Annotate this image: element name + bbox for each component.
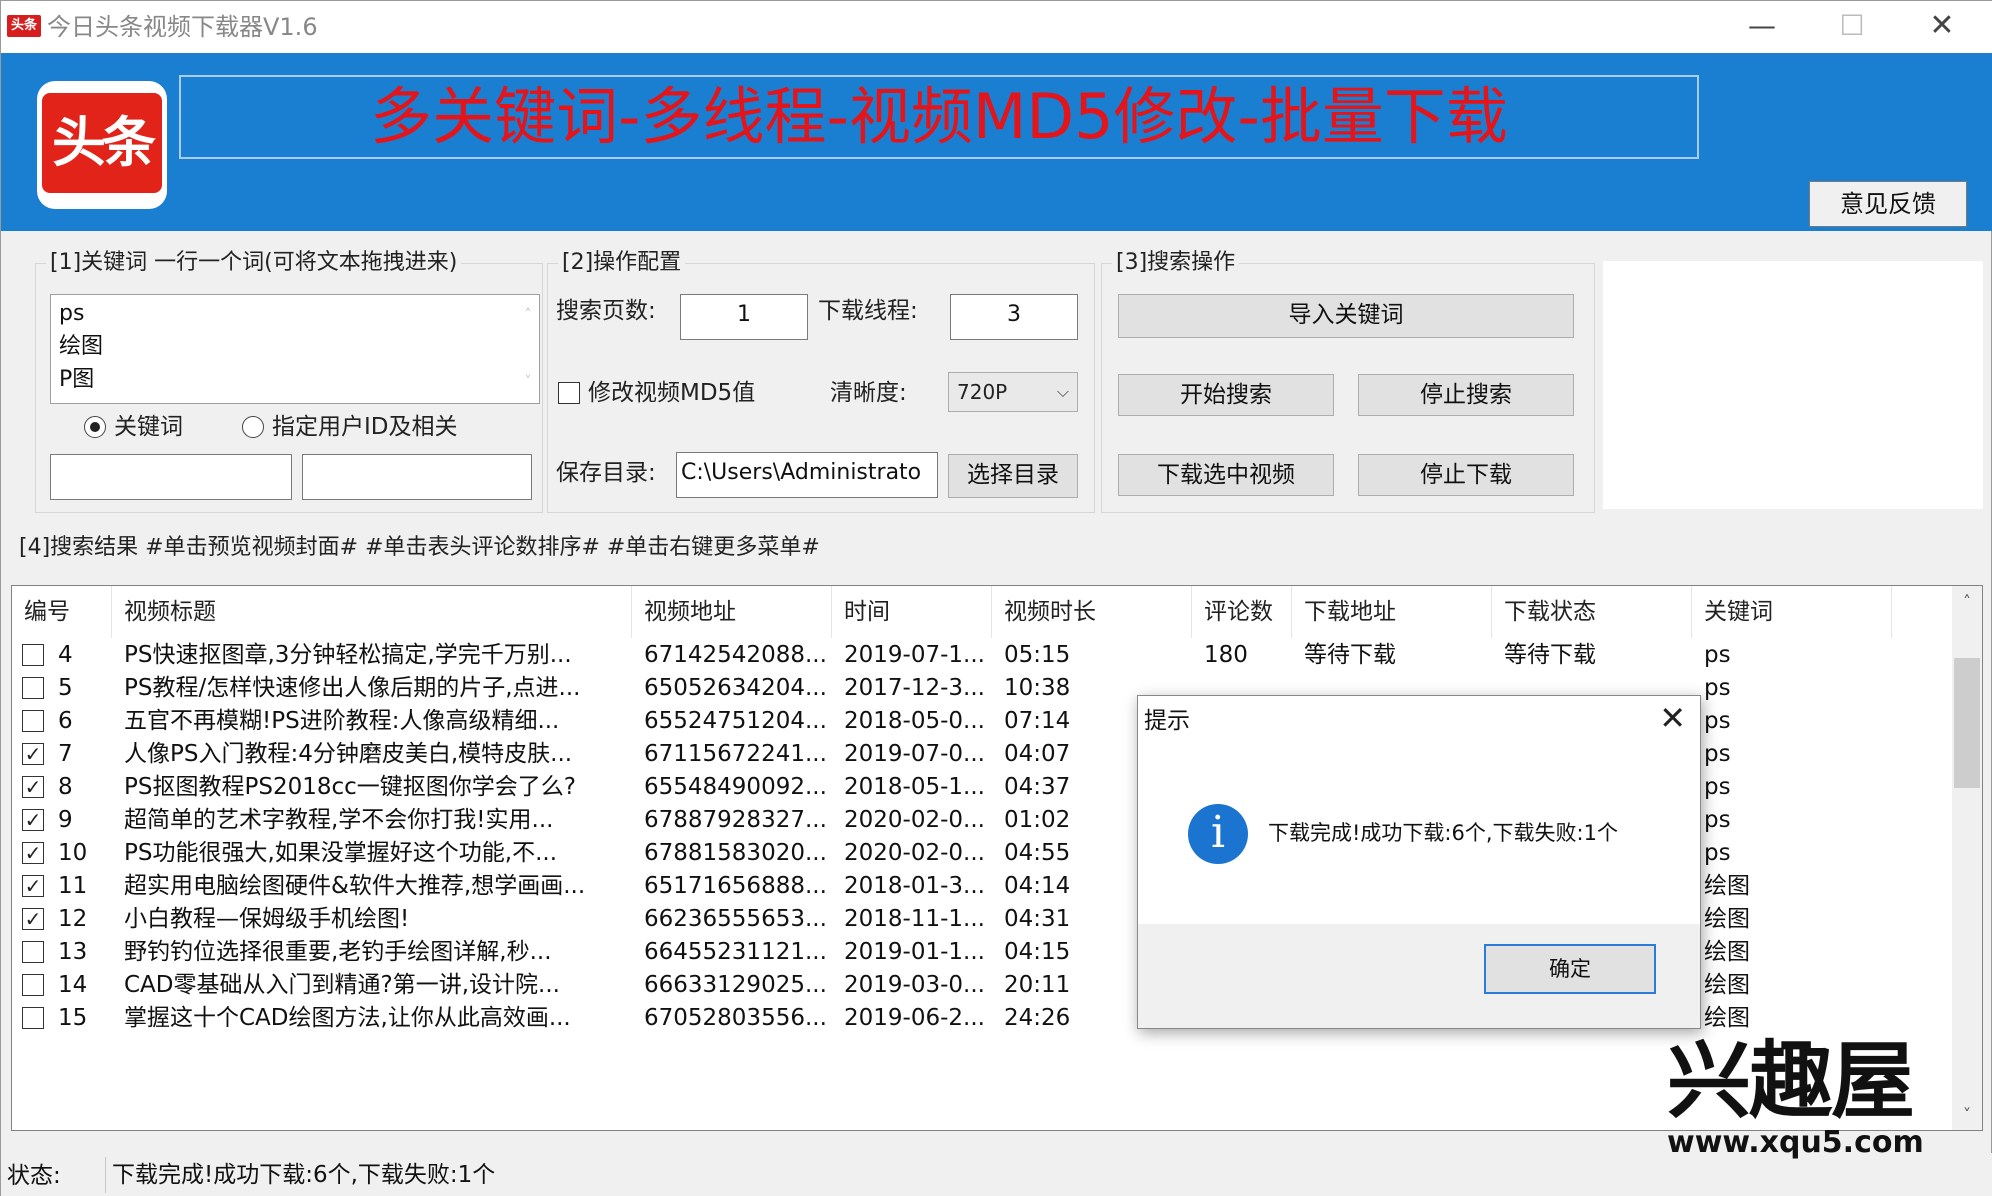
logo-text: 头条	[42, 93, 162, 193]
info-icon: i	[1188, 804, 1248, 864]
radio-user-id[interactable]	[242, 416, 264, 438]
watermark-url: www.xqu5.com	[1667, 1125, 1924, 1160]
keyword-line: 绘图	[59, 334, 104, 359]
minimize-button[interactable]: —	[1717, 1, 1807, 53]
toutiao-logo: 头条	[37, 81, 167, 209]
scroll-up-icon[interactable]: ˄	[1952, 592, 1982, 611]
quality-value: 720P	[957, 380, 1008, 404]
radio-keyword[interactable]	[84, 416, 106, 438]
save-dir-label: 保存目录:	[556, 460, 656, 486]
keyword-line: ps	[59, 301, 85, 326]
maximize-button[interactable]: ☐	[1807, 1, 1897, 53]
close-window-button[interactable]: ✕	[1897, 1, 1987, 53]
scroll-up-icon[interactable]: ˄	[517, 299, 539, 332]
search-ops-group: [3]搜索操作 导入关键词 开始搜索 停止搜索 下载选中视频 停止下载	[1101, 248, 1595, 513]
slogan-text: 多关键词-多线程-视频MD5修改-批量下载	[370, 80, 1508, 153]
pages-label: 搜索页数:	[556, 298, 656, 324]
col-header-url[interactable]: 视频地址	[632, 586, 832, 638]
col-header-duration[interactable]: 视频时长	[992, 586, 1192, 638]
dialog-footer: 确定	[1138, 924, 1700, 1028]
col-header-time[interactable]: 时间	[832, 586, 992, 638]
message-dialog: 提示 ✕ i 下载完成!成功下载:6个,下载失败:1个 确定	[1137, 695, 1701, 1029]
col-header-comments[interactable]: 评论数	[1192, 586, 1292, 638]
save-dir-input[interactable]: C:\Users\Administrato	[676, 452, 938, 498]
keywords-group-title: [1]关键词 一行一个词(可将文本拖拽进来)	[46, 248, 462, 278]
window-title: 今日头条视频下载器V1.6	[47, 13, 318, 41]
results-caption: [4]搜索结果 #单击预览视频封面# #单击表头评论数排序# #单击右键更多菜单…	[19, 535, 820, 560]
download-selected-button[interactable]: 下载选中视频	[1118, 454, 1334, 496]
cell-title: 掌握这十个CAD绘图方法,让你从此高效画...	[124, 1005, 571, 1031]
slogan-box: 多关键词-多线程-视频MD5修改-批量下载	[179, 75, 1699, 159]
app-icon: 头条	[7, 15, 41, 37]
threads-label: 下载线程:	[818, 298, 918, 324]
scroll-thumb[interactable]	[1954, 658, 1980, 788]
dialog-message: 下载完成!成功下载:6个,下载失败:1个	[1268, 821, 1618, 845]
keywords-scrollbar[interactable]: ˄ ˅	[517, 295, 539, 403]
watermark: 兴趣屋 www.xqu5.com	[1667, 1031, 1947, 1171]
threads-input[interactable]: 3	[950, 294, 1078, 340]
table-scrollbar[interactable]: ˄ ˅	[1952, 586, 1982, 1130]
banner: 头条 多关键词-多线程-视频MD5修改-批量下载 意见反馈	[1, 53, 1992, 231]
col-header-title[interactable]: 视频标题	[112, 586, 632, 638]
keywords-group: [1]关键词 一行一个词(可将文本拖拽进来) ps 绘图 P图 ˄ ˅ 关键词 …	[35, 248, 543, 513]
cell-url: 67052803556...	[644, 1005, 827, 1031]
choose-dir-button[interactable]: 选择目录	[948, 454, 1078, 498]
config-group: [2]操作配置 搜索页数: 1 下载线程: 3 修改视频MD5值 清晰度: 72…	[547, 248, 1095, 513]
import-keywords-button[interactable]: 导入关键词	[1118, 294, 1574, 338]
keyword-line: P图	[59, 367, 95, 392]
cover-preview-panel	[1603, 261, 1983, 509]
cell-id: 15	[58, 1005, 88, 1031]
table-header: 编号 视频标题 视频地址 时间 视频时长 评论数 下载地址 下载状态 关键词	[12, 586, 1952, 638]
keyword-extra-input-2[interactable]	[302, 454, 532, 500]
col-header-status[interactable]: 下载状态	[1492, 586, 1692, 638]
title-bar: 头条 今日头条视频下载器V1.6 — ☐ ✕	[1, 1, 1992, 53]
quality-label: 清晰度:	[830, 380, 907, 406]
keywords-textarea[interactable]: ps 绘图 P图 ˄ ˅	[50, 294, 540, 404]
watermark-text: 兴趣屋	[1667, 1032, 1915, 1130]
cell-time: 2019-06-2...	[844, 1005, 985, 1031]
start-search-button[interactable]: 开始搜索	[1118, 374, 1334, 416]
keyword-extra-input-1[interactable]	[50, 454, 292, 500]
dialog-ok-button[interactable]: 确定	[1484, 944, 1656, 994]
col-header-id[interactable]: 编号	[12, 586, 112, 638]
status-label: 状态:	[7, 1163, 61, 1189]
scroll-down-icon[interactable]: ˅	[517, 366, 539, 399]
md5-checkbox[interactable]	[558, 382, 580, 404]
config-group-title: [2]操作配置	[558, 248, 686, 278]
stop-search-button[interactable]: 停止搜索	[1358, 374, 1574, 416]
radio-user-id-label: 指定用户ID及相关	[272, 414, 458, 440]
dialog-close-icon[interactable]: ✕	[1659, 698, 1686, 738]
radio-keyword-label: 关键词	[114, 414, 183, 440]
md5-label: 修改视频MD5值	[588, 380, 756, 406]
scroll-down-icon[interactable]: ˅	[1952, 1105, 1982, 1124]
feedback-button[interactable]: 意见反馈	[1809, 181, 1967, 227]
stop-download-button[interactable]: 停止下载	[1358, 454, 1574, 496]
chevron-down-icon: ⌵	[1056, 382, 1069, 401]
search-ops-group-title: [3]搜索操作	[1112, 248, 1240, 278]
pages-input[interactable]: 1	[680, 294, 808, 340]
col-header-download-url[interactable]: 下载地址	[1292, 586, 1492, 638]
quality-select[interactable]: 720P ⌵	[948, 372, 1078, 412]
dialog-title: 提示	[1144, 708, 1190, 734]
app-window: 头条 今日头条视频下载器V1.6 — ☐ ✕ 头条 多关键词-多线程-视频MD5…	[0, 0, 1992, 1196]
col-header-keyword[interactable]: 关键词	[1692, 586, 1892, 638]
